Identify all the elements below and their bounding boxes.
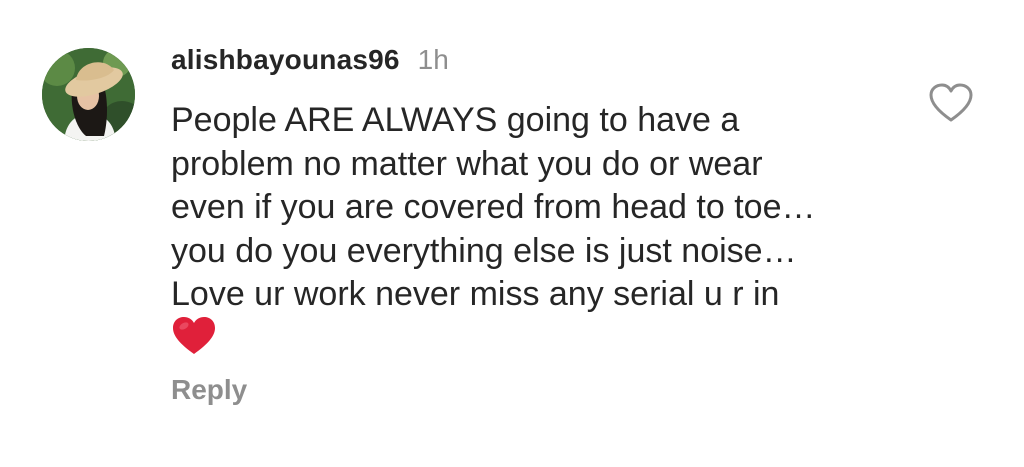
- comment-text: People ARE ALWAYS going to have a proble…: [171, 101, 816, 313]
- avatar[interactable]: [42, 48, 135, 141]
- heart-outline-icon[interactable]: [928, 82, 974, 124]
- username-link[interactable]: alishbayounas96: [171, 44, 400, 76]
- reply-button[interactable]: Reply: [171, 374, 247, 406]
- comment: alishbayounas96 1h People ARE ALWAYS goi…: [0, 0, 1024, 467]
- timestamp: 1h: [417, 44, 449, 75]
- comment-header: alishbayounas96 1h: [171, 44, 449, 80]
- red-heart-emoji: [172, 316, 216, 356]
